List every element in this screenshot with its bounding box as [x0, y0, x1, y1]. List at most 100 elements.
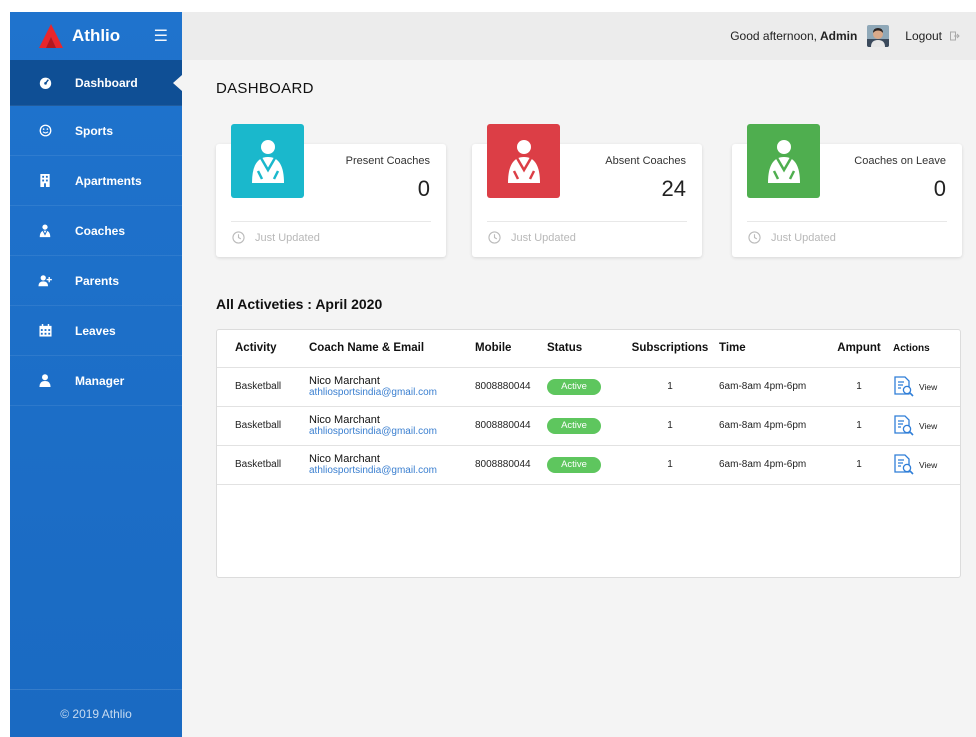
cell-subscriptions: 1 [621, 406, 719, 446]
stat-footer-text: Just Updated [255, 231, 320, 244]
view-label: View [919, 459, 938, 470]
cell-mobile: 8008880044 [475, 406, 547, 446]
sidebar: Athlio ☰ Dashboard Sports Apartments Coa… [10, 12, 182, 737]
brand-name: Athlio [72, 26, 121, 45]
user-plus-icon [38, 274, 52, 288]
view-button[interactable]: View [893, 375, 960, 398]
cell-status: Active [547, 445, 621, 485]
cell-activity: Basketball [217, 406, 309, 446]
sidebar-item-parents[interactable]: Parents [10, 256, 182, 306]
coach-icon [231, 124, 304, 198]
view-button[interactable]: View [893, 453, 960, 476]
table-row: Basketball Nico Marchant athliosportsind… [217, 445, 960, 485]
stat-card-coaches-on-leave: Coaches on Leave 0 Just Updated [732, 124, 962, 257]
sidebar-item-label: Coaches [75, 223, 126, 238]
logout-icon [950, 31, 960, 41]
logout-button[interactable]: Logout [905, 29, 960, 43]
status-badge: Active [547, 456, 601, 473]
sidebar-item-label: Apartments [75, 173, 142, 188]
sidebar-item-label: Parents [75, 273, 120, 288]
column-header-amount: Ampunt [831, 330, 887, 368]
sidebar-item-dashboard[interactable]: Dashboard [10, 60, 182, 106]
sidebar-item-apartments[interactable]: Apartments [10, 156, 182, 206]
cell-activity: Basketball [217, 445, 309, 485]
document-search-icon [894, 414, 914, 436]
column-header-actions: Actions [887, 330, 960, 368]
coach-icon [487, 124, 560, 198]
coach-icon [38, 223, 52, 238]
cell-mobile: 8008880044 [475, 367, 547, 407]
logout-label: Logout [905, 29, 942, 43]
sidebar-item-label: Leaves [75, 323, 116, 338]
stat-footer-text: Just Updated [511, 231, 576, 244]
activities-table: Activity Coach Name & Email Mobile Statu… [217, 330, 960, 485]
clock-icon [232, 231, 245, 244]
cell-time: 6am-8am 4pm-6pm [719, 367, 831, 407]
sidebar-nav: Dashboard Sports Apartments Coaches Pare… [10, 60, 182, 406]
coach-icon [747, 124, 820, 198]
sidebar-item-leaves[interactable]: Leaves [10, 306, 182, 356]
divider [231, 221, 431, 222]
user-icon [38, 374, 52, 388]
cell-amount: 1 [831, 367, 887, 407]
avatar[interactable] [867, 25, 890, 47]
coach-email-link[interactable]: athliosportsindia@gmail.com [309, 426, 475, 438]
cell-coach: Nico Marchant athliosportsindia@gmail.co… [309, 367, 475, 407]
activities-table-card: Activity Coach Name & Email Mobile Statu… [216, 329, 961, 578]
gauge-icon [38, 76, 52, 90]
status-badge: Active [547, 378, 601, 395]
sidebar-item-label: Dashboard [75, 75, 138, 90]
cell-time: 6am-8am 4pm-6pm [719, 445, 831, 485]
stat-label: Present Coaches [345, 155, 430, 167]
view-label: View [919, 420, 938, 431]
document-search-icon [894, 453, 914, 475]
stat-value: 0 [933, 176, 946, 201]
window-frame-top [0, 0, 976, 12]
cell-subscriptions: 1 [621, 367, 719, 407]
sidebar-item-manager[interactable]: Manager [10, 356, 182, 406]
stat-footer: Just Updated [232, 231, 320, 244]
view-button[interactable]: View [893, 414, 960, 437]
sidebar-item-sports[interactable]: Sports [10, 106, 182, 156]
stat-card-present-coaches: Present Coaches 0 Just Updated [216, 124, 446, 257]
cell-status: Active [547, 406, 621, 446]
stat-footer: Just Updated [488, 231, 576, 244]
top-bar: Good afternoon, Admin Logout [182, 12, 976, 60]
stat-footer: Just Updated [748, 231, 836, 244]
divider [487, 221, 687, 222]
column-header-subscriptions: Subscriptions [621, 330, 719, 368]
cell-activity: Basketball [217, 367, 309, 407]
cell-actions: View [887, 445, 960, 485]
hamburger-menu-icon[interactable]: ☰ [154, 26, 168, 46]
cell-subscriptions: 1 [621, 445, 719, 485]
stat-value: 0 [417, 176, 430, 201]
greeting-text: Good afternoon, [730, 29, 817, 43]
clock-icon [488, 231, 501, 244]
view-label: View [919, 381, 938, 392]
cell-time: 6am-8am 4pm-6pm [719, 406, 831, 446]
cell-actions: View [887, 367, 960, 407]
stat-value: 24 [661, 176, 686, 201]
smile-icon [38, 124, 52, 138]
table-row: Basketball Nico Marchant athliosportsind… [217, 367, 960, 407]
cell-amount: 1 [831, 445, 887, 485]
document-search-icon [894, 375, 914, 397]
coach-email-link[interactable]: athliosportsindia@gmail.com [309, 465, 475, 477]
sidebar-copyright: © 2019 Athlio [10, 689, 182, 737]
cell-amount: 1 [831, 406, 887, 446]
column-header-mobile: Mobile [475, 330, 547, 368]
table-header-row: Activity Coach Name & Email Mobile Statu… [217, 330, 960, 368]
window-frame-left [0, 0, 10, 737]
cell-coach: Nico Marchant athliosportsindia@gmail.co… [309, 406, 475, 446]
coach-email-link[interactable]: athliosportsindia@gmail.com [309, 387, 475, 399]
brand[interactable]: Athlio ☰ [10, 12, 182, 60]
stat-card-absent-coaches: Absent Coaches 24 Just Updated [472, 124, 702, 257]
cell-mobile: 8008880044 [475, 445, 547, 485]
sidebar-item-coaches[interactable]: Coaches [10, 206, 182, 256]
clock-icon [748, 231, 761, 244]
cell-status: Active [547, 367, 621, 407]
stat-footer-text: Just Updated [771, 231, 836, 244]
calendar-icon [38, 324, 52, 338]
column-header-coach: Coach Name & Email [309, 330, 475, 368]
status-badge: Active [547, 417, 601, 434]
